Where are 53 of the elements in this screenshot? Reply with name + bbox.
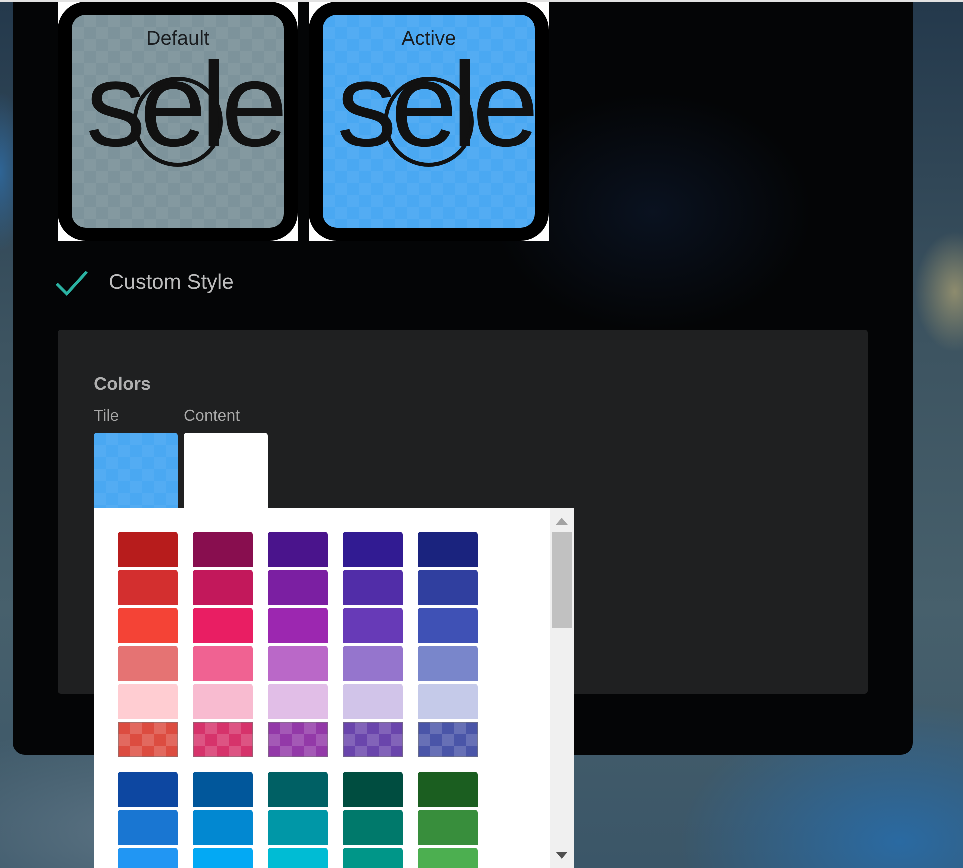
color-swatch[interactable] xyxy=(193,608,253,643)
color-swatch[interactable] xyxy=(268,772,328,807)
field-label: Content xyxy=(184,407,240,427)
color-swatch[interactable] xyxy=(418,608,478,643)
color-swatch[interactable] xyxy=(118,810,178,845)
color-swatch[interactable] xyxy=(268,646,328,681)
color-swatch[interactable] xyxy=(193,646,253,681)
field-label: Tile xyxy=(94,407,120,427)
color-swatch[interactable] xyxy=(343,810,403,845)
color-swatch[interactable] xyxy=(268,532,328,567)
color-swatch[interactable] xyxy=(268,810,328,845)
color-swatch[interactable] xyxy=(118,848,178,868)
color-swatch[interactable] xyxy=(193,532,253,567)
color-swatch[interactable] xyxy=(418,810,478,845)
color-swatch[interactable] xyxy=(118,570,178,605)
color-swatch[interactable] xyxy=(343,722,403,757)
color-swatch[interactable] xyxy=(418,570,478,605)
color-swatch[interactable] xyxy=(343,684,403,719)
color-swatch[interactable] xyxy=(343,848,403,868)
color-swatch[interactable] xyxy=(268,684,328,719)
color-swatch[interactable] xyxy=(418,722,478,757)
color-swatch[interactable] xyxy=(193,810,253,845)
color-swatch[interactable] xyxy=(193,772,253,807)
color-swatch[interactable] xyxy=(193,848,253,868)
section-title: Colors xyxy=(94,373,152,395)
color-swatch[interactable] xyxy=(343,570,403,605)
color-swatch[interactable] xyxy=(268,848,328,868)
up-arrow-icon[interactable] xyxy=(556,518,568,525)
color-swatch[interactable] xyxy=(193,570,253,605)
color-swatch[interactable] xyxy=(418,772,478,807)
down-arrow-icon[interactable] xyxy=(556,852,568,859)
color-swatch[interactable] xyxy=(418,684,478,719)
color-swatch[interactable] xyxy=(268,722,328,757)
color-swatch[interactable] xyxy=(118,722,178,757)
color-swatch[interactable] xyxy=(418,646,478,681)
color-swatch[interactable] xyxy=(118,772,178,807)
color-swatch[interactable] xyxy=(193,722,253,757)
color-swatch[interactable] xyxy=(118,532,178,567)
color-swatch[interactable] xyxy=(268,570,328,605)
color-swatch[interactable] xyxy=(418,848,478,868)
scrollbar-track[interactable] xyxy=(550,508,574,868)
color-swatch[interactable] xyxy=(343,608,403,643)
color-swatch[interactable] xyxy=(418,532,478,567)
scrollbar-thumb[interactable] xyxy=(552,532,572,628)
color-swatch[interactable] xyxy=(118,684,178,719)
color-swatch[interactable] xyxy=(118,608,178,643)
color-swatch[interactable] xyxy=(118,646,178,681)
custom-style-checkbox[interactable]: Custom Style xyxy=(55,267,234,299)
color-swatch[interactable] xyxy=(343,772,403,807)
color-swatch[interactable] xyxy=(343,646,403,681)
color-swatch[interactable] xyxy=(193,684,253,719)
color-swatch[interactable] xyxy=(343,532,403,567)
color-swatch[interactable] xyxy=(268,608,328,643)
